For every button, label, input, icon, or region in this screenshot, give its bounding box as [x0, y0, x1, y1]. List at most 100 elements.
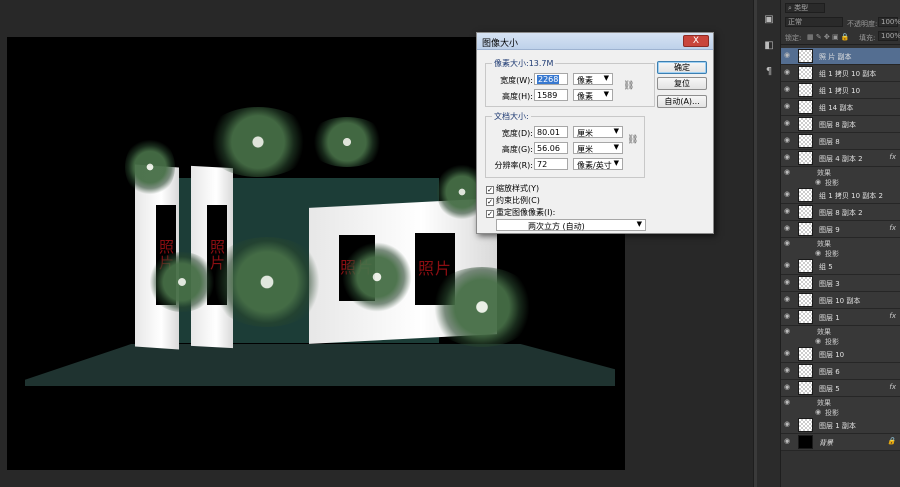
- layer-row[interactable]: ◉ 图层 8 副本 2: [781, 204, 900, 221]
- layer-thumbnail: [798, 151, 813, 165]
- layer-effect-shadow-row[interactable]: ◉ 投影: [781, 407, 900, 417]
- scale-styles-checkbox[interactable]: ✓ 缩放样式(Y): [486, 183, 540, 194]
- pixel-width-value: 2268: [537, 75, 560, 84]
- layer-row[interactable]: ◉ 组 1 拷贝 10: [781, 82, 900, 99]
- opacity-input[interactable]: 100%: [878, 17, 900, 27]
- visibility-eye-icon[interactable]: ◉: [784, 225, 793, 232]
- dialog-titlebar[interactable]: 图像大小 X: [477, 33, 713, 50]
- layer-effect-shadow-row[interactable]: ◉ 投影: [781, 336, 900, 346]
- visibility-eye-icon[interactable]: ◉: [784, 438, 793, 445]
- layer-thumbnail: [798, 134, 813, 148]
- doc-width-unit-select[interactable]: 厘米 ▼: [573, 126, 623, 138]
- layer-row[interactable]: ◉ 图层 10: [781, 346, 900, 363]
- doc-width-input[interactable]: 80.01: [534, 126, 568, 138]
- floral-decoration: [147, 252, 217, 312]
- layer-name: 组 5: [819, 263, 833, 271]
- resolution-unit: 像素/英寸: [577, 161, 612, 170]
- visibility-eye-icon[interactable]: ◉: [784, 120, 793, 127]
- visibility-eye-icon[interactable]: ◉: [815, 337, 821, 345]
- visibility-eye-icon[interactable]: ◉: [815, 249, 821, 257]
- fx-icon[interactable]: fx: [889, 153, 896, 161]
- layer-effects-row[interactable]: ◉ 效果: [781, 238, 900, 248]
- resample-checkbox[interactable]: ✓ 重定图像像素(I):: [486, 207, 555, 218]
- layer-row[interactable]: ◉ 图层 3: [781, 275, 900, 292]
- kind-filter-label: 类型: [794, 4, 809, 12]
- layer-row[interactable]: ◉ 图层 1 副本: [781, 417, 900, 434]
- layer-row[interactable]: ◉ 组 1 拷贝 10 副本: [781, 65, 900, 82]
- layer-row[interactable]: ◉ 照 片 副本: [781, 48, 900, 65]
- fx-icon[interactable]: fx: [889, 383, 896, 391]
- lock-icon[interactable]: ▦ ✎ ✥ ▣ 🔒: [807, 33, 850, 41]
- kind-filter-select[interactable]: ⌕ 类型: [785, 3, 825, 13]
- visibility-eye-icon[interactable]: ◉: [784, 421, 793, 428]
- layer-row[interactable]: ◉ 组 1 拷贝 10 副本 2: [781, 187, 900, 204]
- layer-row[interactable]: ◉ 组 5: [781, 258, 900, 275]
- height-label: 高度(H):: [502, 92, 533, 101]
- visibility-eye-icon[interactable]: ◉: [784, 279, 793, 286]
- reset-button[interactable]: 复位: [657, 77, 707, 90]
- blend-mode-select[interactable]: 正常: [785, 17, 843, 27]
- doc-height-input[interactable]: 56.06: [534, 142, 568, 154]
- visibility-eye-icon[interactable]: ◉: [784, 191, 793, 198]
- visibility-eye-icon[interactable]: ◉: [815, 408, 821, 416]
- visibility-eye-icon[interactable]: ◉: [784, 86, 793, 93]
- layer-row[interactable]: ◉ 背景 🔒: [781, 434, 900, 451]
- visibility-eye-icon[interactable]: ◉: [784, 313, 793, 320]
- visibility-eye-icon[interactable]: ◉: [784, 398, 790, 406]
- layer-row[interactable]: ◉ 图层 6: [781, 363, 900, 380]
- visibility-eye-icon[interactable]: ◉: [784, 384, 793, 391]
- auto-button[interactable]: 自动(A)...: [657, 95, 707, 108]
- layer-row[interactable]: ◉ 图层 9 fx: [781, 221, 900, 238]
- fill-input[interactable]: 100%: [878, 31, 900, 41]
- layer-effects-row[interactable]: ◉ 效果: [781, 167, 900, 177]
- resample-method-select[interactable]: 两次立方 (自动) ▼: [496, 219, 646, 231]
- layer-row[interactable]: ◉ 组 14 副本: [781, 99, 900, 116]
- layer-effect-shadow-row[interactable]: ◉ 投影: [781, 177, 900, 187]
- layer-row[interactable]: ◉ 图层 1 fx: [781, 309, 900, 326]
- pixel-height-input[interactable]: 1589: [534, 89, 568, 101]
- layer-name: 组 1 拷贝 10: [819, 87, 861, 95]
- visibility-eye-icon[interactable]: ◉: [784, 296, 793, 303]
- visibility-eye-icon[interactable]: ◉: [784, 137, 793, 144]
- visibility-eye-icon[interactable]: ◉: [784, 367, 793, 374]
- visibility-eye-icon[interactable]: ◉: [815, 178, 821, 186]
- layer-row[interactable]: ◉ 图层 8: [781, 133, 900, 150]
- fx-icon[interactable]: fx: [889, 224, 896, 232]
- visibility-eye-icon[interactable]: ◉: [784, 69, 793, 76]
- layer-effects-row[interactable]: ◉ 效果: [781, 326, 900, 336]
- close-button[interactable]: X: [683, 35, 709, 47]
- layer-effect-shadow-row[interactable]: ◉ 投影: [781, 248, 900, 258]
- doc-height-unit: 厘米: [577, 145, 593, 154]
- visibility-eye-icon[interactable]: ◉: [784, 262, 793, 269]
- doc-height-unit-select[interactable]: 厘米 ▼: [573, 142, 623, 154]
- layer-row[interactable]: ◉ 图层 10 副本: [781, 292, 900, 309]
- properties-icon[interactable]: ◧: [762, 40, 776, 52]
- pixel-height-unit-select[interactable]: 像素 ▼: [573, 89, 613, 101]
- layer-row[interactable]: ◉ 图层 5 fx: [781, 380, 900, 397]
- ok-button[interactable]: 确定: [657, 61, 707, 74]
- pixel-width-input[interactable]: 2268: [534, 73, 568, 85]
- visibility-eye-icon[interactable]: ◉: [784, 52, 793, 59]
- layer-effects-row[interactable]: ◉ 效果: [781, 397, 900, 407]
- layer-thumbnail: [798, 276, 813, 290]
- document-size-legend: 文档大小:: [492, 111, 531, 122]
- layer-row[interactable]: ◉ 图层 4 副本 2 fx: [781, 150, 900, 167]
- resolution-input[interactable]: 72: [534, 158, 568, 170]
- visibility-eye-icon[interactable]: ◉: [784, 327, 790, 335]
- visibility-eye-icon[interactable]: ◉: [784, 154, 793, 161]
- scale-styles-label: 缩放样式(Y): [496, 184, 540, 193]
- visibility-eye-icon[interactable]: ◉: [784, 350, 793, 357]
- layer-name: 图层 4 副本 2: [819, 155, 863, 163]
- visibility-eye-icon[interactable]: ◉: [784, 208, 793, 215]
- layer-name: 图层 1 副本: [819, 422, 856, 430]
- visibility-eye-icon[interactable]: ◉: [784, 239, 790, 247]
- visibility-eye-icon[interactable]: ◉: [784, 103, 793, 110]
- paragraph-icon[interactable]: ¶: [762, 66, 776, 78]
- pixel-width-unit-select[interactable]: 像素 ▼: [573, 73, 613, 85]
- fx-icon[interactable]: fx: [889, 312, 896, 320]
- constrain-proportions-checkbox[interactable]: ✓ 约束比例(C): [486, 195, 540, 206]
- resolution-unit-select[interactable]: 像素/英寸 ▼: [573, 158, 623, 170]
- layer-row[interactable]: ◉ 图层 8 副本: [781, 116, 900, 133]
- history-icon[interactable]: ▣: [762, 14, 776, 26]
- visibility-eye-icon[interactable]: ◉: [784, 168, 790, 176]
